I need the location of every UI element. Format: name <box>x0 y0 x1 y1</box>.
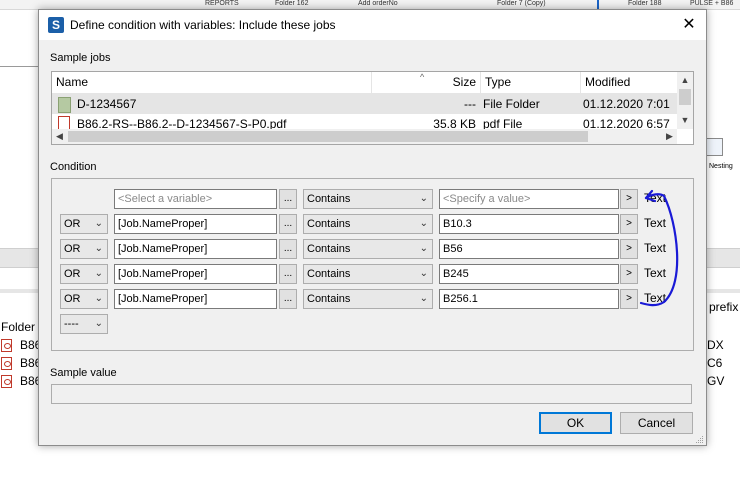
annotation-scribble <box>639 189 679 307</box>
